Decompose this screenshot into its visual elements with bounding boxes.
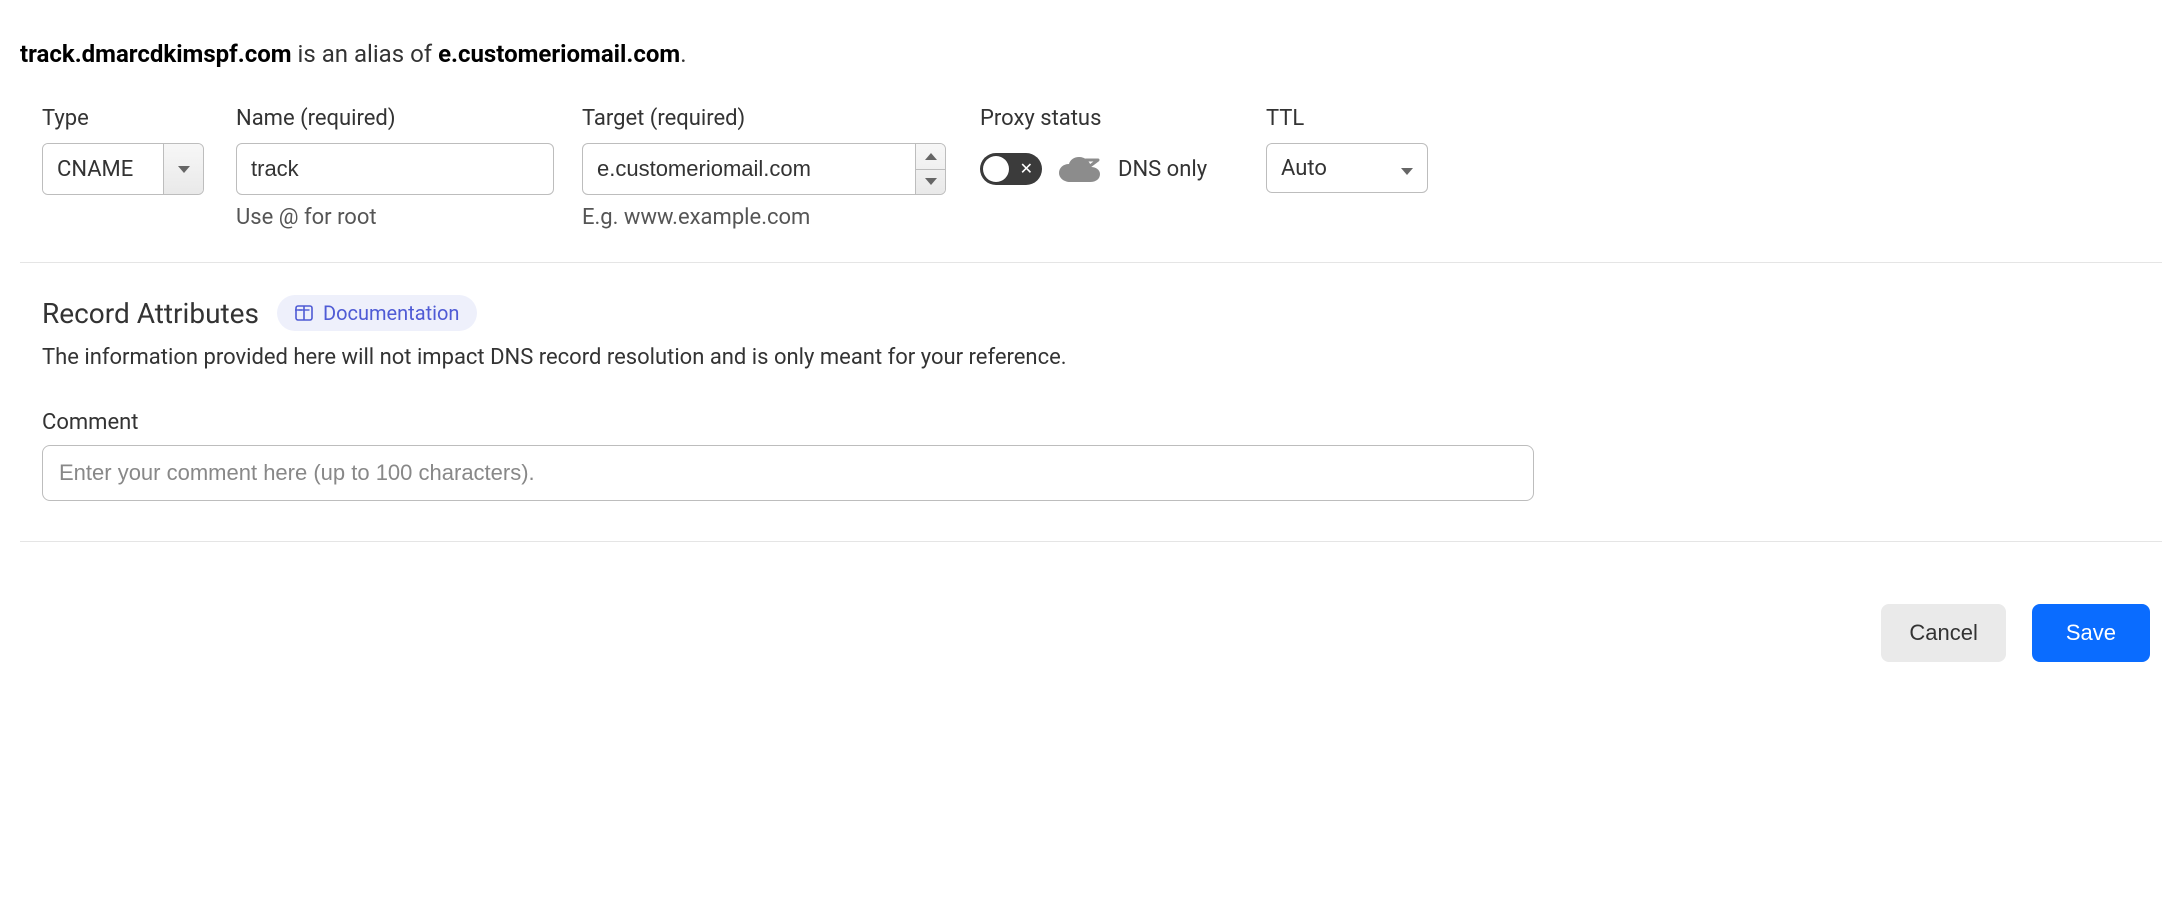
toggle-off-x-icon: ✕ (1020, 161, 1033, 177)
alias-target: e.customeriomail.com (438, 40, 680, 68)
comment-input[interactable] (42, 445, 1534, 501)
book-icon (295, 305, 313, 321)
record-attributes-title: Record Attributes (42, 297, 259, 330)
documentation-link[interactable]: Documentation (277, 295, 478, 331)
target-helper: E.g. www.example.com (582, 205, 980, 230)
divider (20, 262, 2162, 263)
proxy-status-label: Proxy status (980, 106, 1266, 131)
cloud-icon (1056, 154, 1104, 184)
type-value: CNAME (43, 144, 163, 194)
comment-label: Comment (42, 410, 2162, 435)
target-label: Target (required) (582, 106, 980, 131)
chevron-down-icon (163, 144, 203, 194)
type-label: Type (42, 106, 236, 131)
proxy-toggle[interactable]: ✕ (980, 153, 1042, 185)
toggle-knob (983, 156, 1009, 182)
type-select[interactable]: CNAME (42, 143, 204, 195)
ttl-select[interactable]: Auto (1266, 143, 1428, 193)
divider (20, 541, 2162, 542)
save-button[interactable]: Save (2032, 604, 2150, 662)
alias-middle-text: is an alias of (292, 40, 439, 68)
target-step-down[interactable] (916, 169, 945, 195)
record-attributes-description: The information provided here will not i… (42, 345, 2162, 370)
target-step-up[interactable] (916, 144, 945, 169)
alias-host: track.dmarcdkimspf.com (20, 40, 292, 68)
alias-heading: track.dmarcdkimspf.com is an alias of e.… (20, 40, 2162, 68)
proxy-status-text: DNS only (1118, 157, 1207, 182)
target-input-wrapper (582, 143, 946, 195)
name-helper: Use @ for root (236, 205, 582, 230)
alias-suffix: . (680, 40, 686, 68)
target-input[interactable] (583, 144, 915, 194)
name-input[interactable] (237, 144, 553, 194)
name-input-wrapper (236, 143, 554, 195)
chevron-down-icon (1401, 156, 1413, 181)
ttl-value: Auto (1281, 156, 1327, 181)
documentation-label: Documentation (323, 301, 460, 325)
cancel-button[interactable]: Cancel (1881, 604, 2005, 662)
name-label: Name (required) (236, 106, 582, 131)
ttl-label: TTL (1266, 106, 1428, 131)
